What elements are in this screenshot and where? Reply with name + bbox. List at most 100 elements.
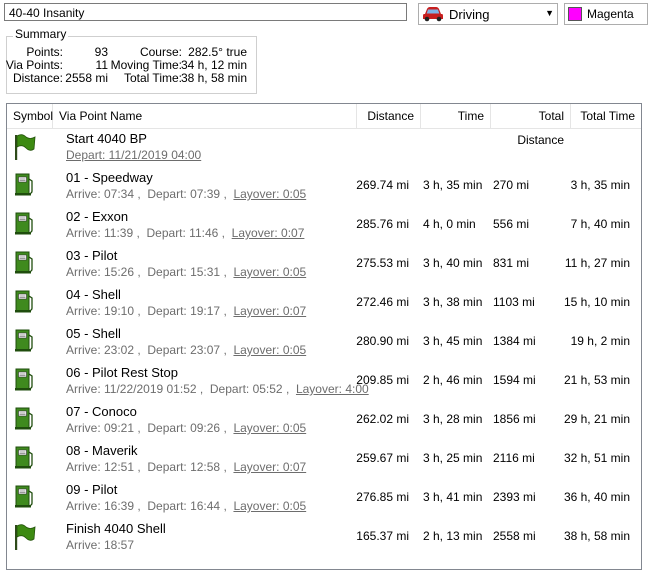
gas-station-icon — [15, 172, 35, 196]
via-point-details: Arrive: 12:51 , Depart: 12:58 , Layover:… — [66, 460, 307, 474]
gas-station-icon — [15, 445, 35, 469]
chevron-down-icon[interactable]: ▼ — [545, 8, 554, 18]
flag-icon — [13, 524, 37, 550]
arrive-time: Arrive: 11/22/2019 01:52 — [66, 382, 197, 396]
summary-title: Summary — [13, 27, 69, 41]
route-color-dropdown[interactable]: Magenta — [564, 3, 648, 25]
column-header-total-time[interactable]: Total Time — [571, 104, 641, 128]
distance-label: Distance: — [12, 71, 63, 85]
total-time-cell: 32 h, 51 min — [563, 451, 630, 465]
total-time-cell: 29 h, 21 min — [563, 412, 630, 426]
total-time-cell: 11 h, 27 min — [564, 256, 630, 270]
total-time-value: 38 h, 58 min — [180, 71, 247, 85]
arrive-time: Arrive: 11:39 — [66, 226, 134, 240]
points-label: Points: — [26, 45, 63, 59]
distance-cell: 209.85 mi — [356, 373, 409, 387]
layover-link[interactable]: Layover: 0:07 — [233, 460, 306, 474]
route-color-label: Magenta — [587, 7, 634, 21]
table-row[interactable]: 02 - Exxon Arrive: 11:39 , Depart: 11:46 … — [7, 207, 641, 245]
table-row[interactable]: 09 - Pilot Arrive: 16:39 , Depart: 16:44 … — [7, 480, 641, 518]
route-name-input[interactable]: 40-40 Insanity — [4, 3, 407, 21]
distance-cell: 165.37 mi — [356, 529, 409, 543]
total-time-cell: 21 h, 53 min — [563, 373, 630, 387]
layover-link[interactable]: Layover: 0:05 — [233, 421, 306, 435]
total-distance-cell: 1103 mi — [493, 295, 535, 309]
table-row[interactable]: 08 - Maverik Arrive: 12:51 , Depart: 12:5… — [7, 441, 641, 479]
depart-time: Depart: 09:26 — [147, 421, 221, 435]
gas-station-icon — [15, 406, 35, 430]
time-cell: 2 h, 46 min — [423, 373, 483, 387]
column-header-symbol[interactable]: Symbol — [7, 104, 53, 128]
distance-cell: 259.67 mi — [356, 451, 409, 465]
total-distance-cell: 2116 mi — [493, 451, 535, 465]
depart-time: Depart: 16:44 — [147, 499, 221, 513]
via-point-name: 05 - Shell — [66, 326, 121, 341]
arrive-time: Arrive: 09:21 — [66, 421, 135, 435]
table-row[interactable]: 07 - Conoco Arrive: 09:21 , Depart: 09:26… — [7, 402, 641, 440]
arrive-time: Arrive: 16:39 — [66, 499, 135, 513]
table-row[interactable]: 03 - Pilot Arrive: 15:26 , Depart: 15:31 … — [7, 246, 641, 284]
time-cell: 3 h, 40 min — [423, 256, 483, 270]
time-cell: 4 h, 0 min — [423, 217, 476, 231]
via-point-details: Arrive: 15:26 , Depart: 15:31 , Layover:… — [66, 265, 307, 279]
time-cell: 3 h, 35 min — [423, 178, 483, 192]
via-point-name: 08 - Maverik — [66, 443, 138, 458]
distance-cell: 280.90 mi — [356, 334, 409, 348]
depart-time: Depart: 15:31 — [147, 265, 221, 279]
moving-time-value: 34 h, 12 min — [180, 58, 247, 72]
depart-time: Depart: 07:39 — [147, 187, 221, 201]
column-header-total-distance[interactable]: Total Distance — [491, 104, 571, 147]
depart-time: Depart: 11:46 — [146, 226, 219, 240]
via-point-name: Finish 4040 Shell — [66, 521, 166, 536]
via-point-details: Arrive: 18:57 — [66, 538, 134, 552]
via-point-name: 04 - Shell — [66, 287, 121, 302]
arrive-time: Arrive: 15:26 — [66, 265, 135, 279]
route-mode-label: Driving — [449, 6, 490, 22]
table-row[interactable]: Finish 4040 Shell Arrive: 18:57 165.37 mi 2… — [7, 519, 641, 557]
column-header-distance[interactable]: Distance — [357, 104, 421, 128]
table-row[interactable]: 04 - Shell Arrive: 19:10 , Depart: 19:17 … — [7, 285, 641, 323]
column-header-via-point-name[interactable]: Via Point Name — [53, 104, 357, 128]
layover-link[interactable]: Layover: 0:05 — [233, 343, 306, 357]
via-point-details: Arrive: 23:02 , Depart: 23:07 , Layover:… — [66, 343, 307, 357]
layover-link[interactable]: Layover: 0:07 — [232, 226, 305, 240]
points-value: 93 — [94, 45, 108, 59]
total-time-cell: 19 h, 2 min — [570, 334, 630, 348]
gas-station-icon — [15, 484, 35, 508]
table-row[interactable]: 05 - Shell Arrive: 23:02 , Depart: 23:07 … — [7, 324, 641, 362]
route-mode-dropdown[interactable]: Driving ▼ — [418, 3, 558, 25]
depart-time: Depart: 23:07 — [147, 343, 221, 357]
gas-station-icon — [15, 367, 35, 391]
layover-link[interactable]: Layover: 0:05 — [233, 265, 306, 279]
total-time-cell: 7 h, 40 min — [570, 217, 630, 231]
flag-icon — [13, 134, 37, 160]
via-point-details: Arrive: 11/22/2019 01:52 , Depart: 05:52… — [66, 382, 369, 396]
via-points-value: 11 — [95, 58, 108, 72]
total-time-label: Total Time: — [123, 71, 182, 85]
arrive-time: Arrive: 18:57 — [66, 538, 135, 552]
via-point-name: 06 - Pilot Rest Stop — [66, 365, 178, 380]
table-row[interactable]: 01 - Speedway Arrive: 07:34 , Depart: 07:… — [7, 168, 641, 206]
distance-cell: 276.85 mi — [356, 490, 409, 504]
via-point-details: Arrive: 11:39 , Depart: 11:46 , Layover:… — [66, 226, 305, 240]
via-point-name: 07 - Conoco — [66, 404, 137, 419]
layover-link[interactable]: Layover: 0:05 — [233, 187, 306, 201]
table-row[interactable]: Start 4040 BP Depart: 11/21/2019 04:00 — [7, 129, 641, 167]
course-value: 282.5° true — [188, 45, 247, 59]
total-time-cell: 36 h, 40 min — [563, 490, 630, 504]
via-point-name: 02 - Exxon — [66, 209, 129, 224]
total-time-cell: 38 h, 58 min — [563, 529, 630, 543]
arrive-time: Arrive: 19:10 — [66, 304, 135, 318]
car-icon — [423, 7, 443, 22]
layover-link[interactable]: Layover: 0:07 — [233, 304, 306, 318]
time-cell: 3 h, 25 min — [423, 451, 483, 465]
total-distance-cell: 2558 mi — [493, 529, 536, 543]
layover-link[interactable]: Layover: 0:05 — [233, 499, 306, 513]
table-row[interactable]: 06 - Pilot Rest Stop Arrive: 11/22/2019 0… — [7, 363, 641, 401]
via-point-details: Arrive: 07:34 , Depart: 07:39 , Layover:… — [66, 187, 307, 201]
via-point-name: 09 - Pilot — [66, 482, 118, 497]
depart-time[interactable]: Depart: 11/21/2019 04:00 — [66, 148, 201, 162]
time-cell: 2 h, 13 min — [423, 529, 483, 543]
column-header-time[interactable]: Time — [421, 104, 491, 128]
via-point-name: 01 - Speedway — [66, 170, 153, 185]
